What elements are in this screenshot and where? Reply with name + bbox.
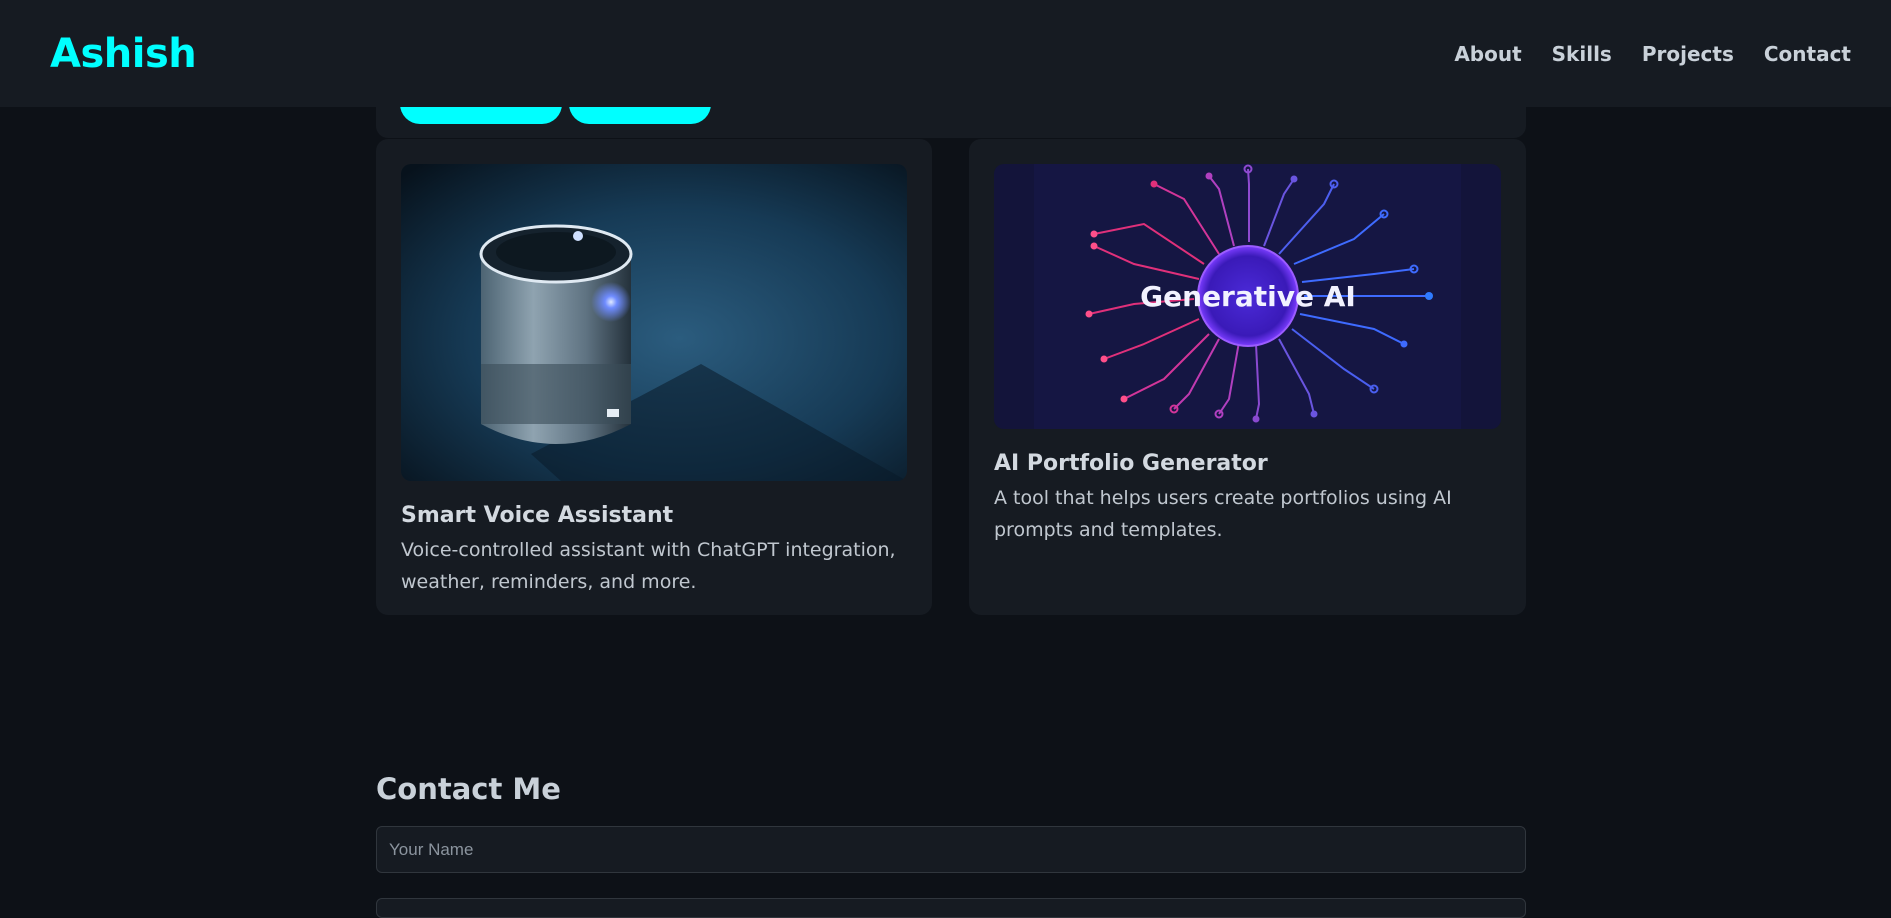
nav-link-projects[interactable]: Projects bbox=[1642, 42, 1734, 66]
email-input[interactable] bbox=[376, 898, 1526, 918]
project-description: Voice-controlled assistant with ChatGPT … bbox=[401, 539, 896, 593]
project-title: AI Portfolio Generator bbox=[994, 451, 1268, 476]
project-description: A tool that helps users create portfolio… bbox=[994, 487, 1452, 541]
generative-ai-image-label: Generative AI bbox=[1140, 280, 1356, 313]
navbar: Ashish About Skills Projects Contact bbox=[0, 0, 1891, 107]
name-input[interactable] bbox=[376, 826, 1526, 873]
project-card-portfolio-generator: Generative AI AI Portfolio Generator A t… bbox=[969, 139, 1526, 615]
generative-ai-image: Generative AI bbox=[994, 164, 1501, 429]
project-card-voice-assistant: Smart Voice Assistant Voice-controlled a… bbox=[376, 139, 932, 615]
site-logo[interactable]: Ashish bbox=[50, 31, 197, 77]
nav-links: About Skills Projects Contact bbox=[1454, 42, 1851, 66]
contact-section-title: Contact Me bbox=[376, 772, 561, 806]
smart-speaker-image bbox=[401, 164, 907, 481]
project-title: Smart Voice Assistant bbox=[401, 503, 674, 528]
nav-link-skills[interactable]: Skills bbox=[1552, 42, 1612, 66]
nav-link-about[interactable]: About bbox=[1454, 42, 1521, 66]
nav-link-contact[interactable]: Contact bbox=[1764, 42, 1851, 66]
